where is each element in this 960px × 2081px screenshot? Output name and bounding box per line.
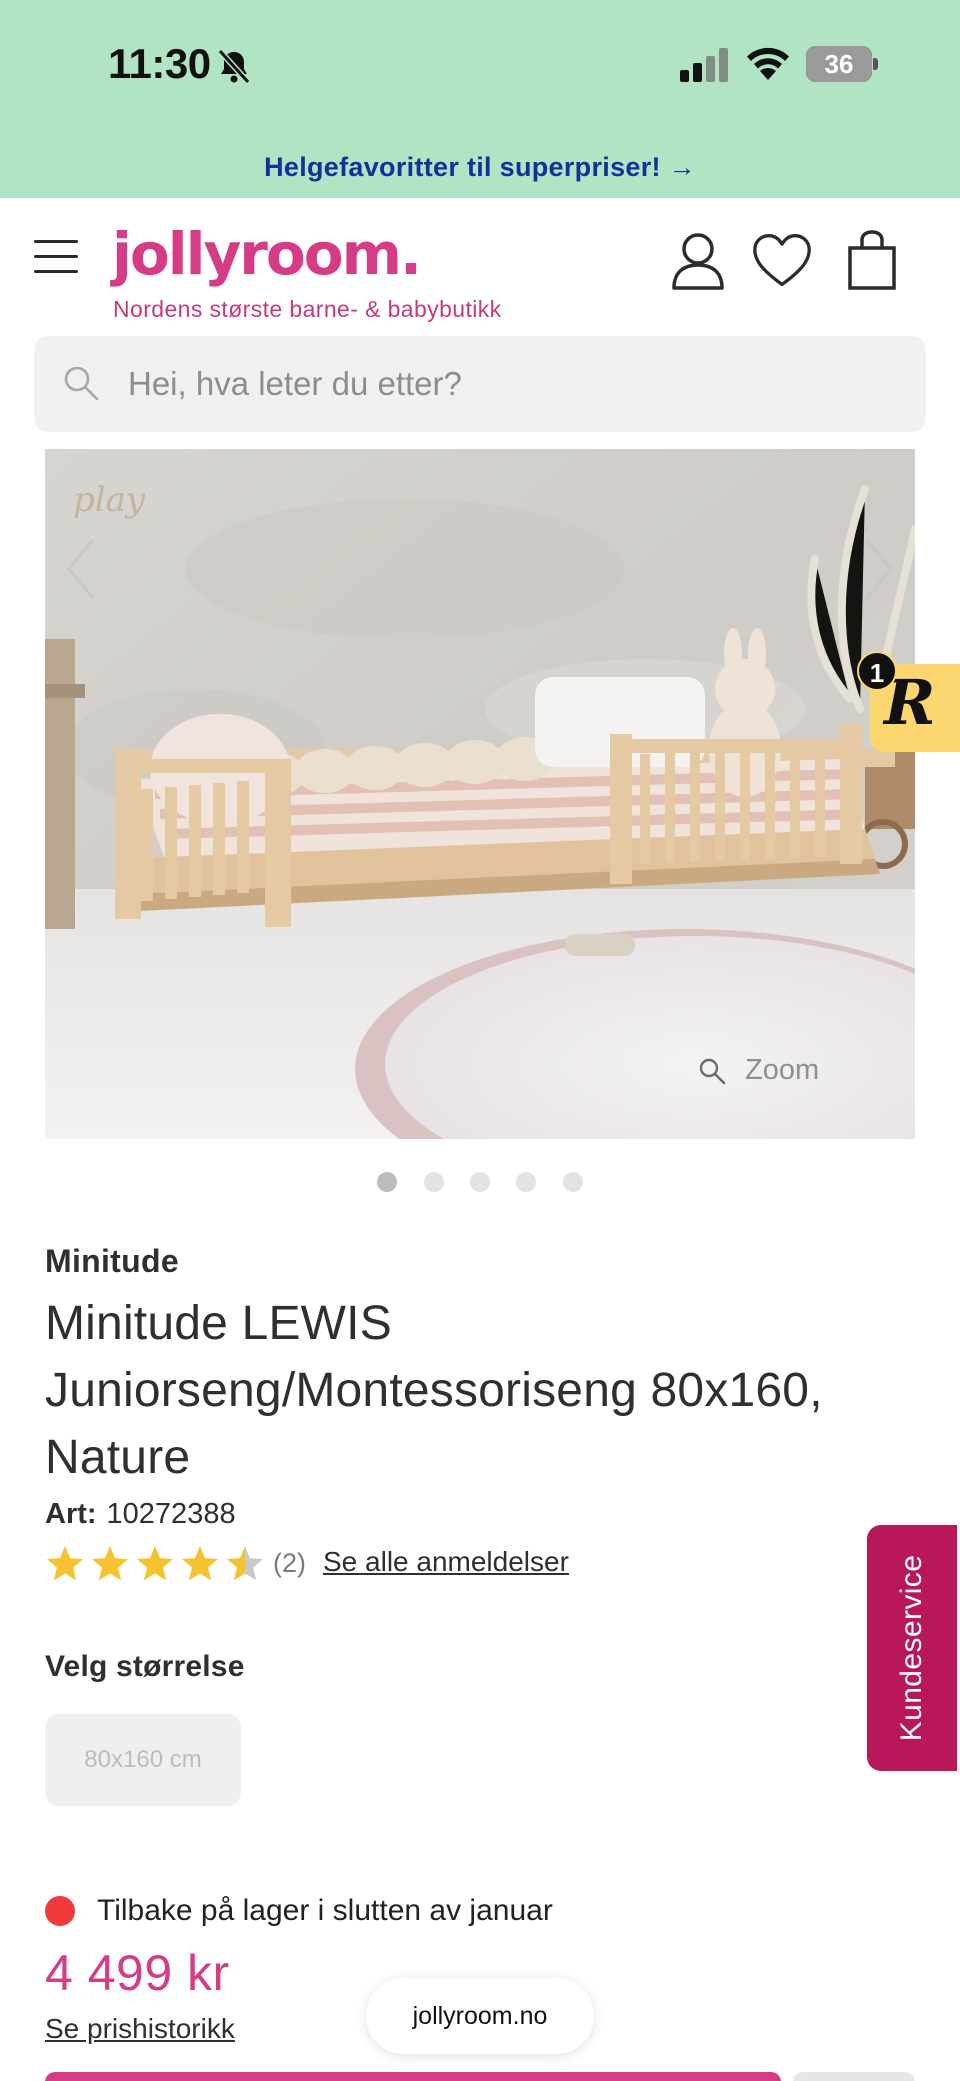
status-bar: 11:30 36 bbox=[0, 0, 960, 130]
article-number: Art: 10272388 bbox=[45, 1498, 236, 1531]
search-input[interactable] bbox=[128, 354, 888, 414]
product-brand[interactable]: Minitude bbox=[45, 1243, 179, 1280]
battery-icon: 36 bbox=[806, 46, 878, 82]
stock-indicator-icon bbox=[45, 1896, 75, 1926]
star-icon bbox=[226, 1546, 264, 1581]
search-icon bbox=[64, 366, 99, 401]
star-icon bbox=[181, 1546, 219, 1581]
size-option-80x160[interactable]: 80x160 cm bbox=[45, 1714, 241, 1806]
gallery-pagination bbox=[0, 1172, 960, 1192]
customer-service-label: Kundeservice bbox=[895, 1554, 928, 1742]
customer-service-tab[interactable]: Kundeservice bbox=[867, 1525, 957, 1771]
gallery-dot-4[interactable] bbox=[516, 1172, 537, 1192]
menu-icon[interactable] bbox=[34, 240, 78, 274]
rating-stars[interactable] bbox=[45, 1544, 267, 1584]
star-icon bbox=[46, 1546, 84, 1581]
review-count: (2) bbox=[273, 1548, 306, 1578]
size-label: Velg størrelse bbox=[45, 1650, 245, 1683]
add-to-cart-button[interactable] bbox=[45, 2072, 781, 2081]
product-title: Minitude LEWIS Juniorseng/Montessoriseng… bbox=[45, 1297, 823, 1484]
wifi-icon bbox=[747, 47, 789, 80]
site-tagline: Nordens største barne- & babybutikk bbox=[113, 296, 502, 322]
shopping-bag-icon[interactable] bbox=[842, 230, 902, 292]
zoom-label: Zoom bbox=[745, 1054, 820, 1086]
wall-sign-text: play bbox=[73, 480, 146, 520]
gallery-dot-5[interactable] bbox=[562, 1172, 583, 1192]
all-reviews-link[interactable]: Se alle anmeldelser bbox=[323, 1546, 569, 1578]
star-icon bbox=[136, 1546, 174, 1581]
signal-icon bbox=[680, 48, 728, 82]
article-label: Art: bbox=[45, 1498, 97, 1530]
site-logo[interactable]: jollyroom. bbox=[112, 220, 422, 288]
favorite-button[interactable] bbox=[793, 2072, 915, 2081]
price-history-link[interactable]: Se prishistorikk bbox=[45, 2013, 235, 2045]
bell-slash-icon bbox=[217, 48, 251, 85]
product-gallery[interactable]: play Zoom bbox=[45, 449, 915, 1139]
product-price: 4 499 kr bbox=[45, 1945, 230, 2001]
promo-banner: Helgefavoritter til superpriser! → bbox=[0, 130, 960, 198]
magnifier-icon bbox=[699, 1058, 726, 1085]
search-bar[interactable] bbox=[34, 336, 926, 432]
account-icon[interactable] bbox=[668, 230, 728, 292]
heart-icon[interactable] bbox=[752, 230, 812, 292]
browser-url-pill[interactable]: jollyroom.no bbox=[366, 1978, 594, 2054]
zoom-button[interactable]: Zoom bbox=[699, 1054, 820, 1087]
gallery-dot-1[interactable] bbox=[377, 1172, 398, 1192]
status-time: 11:30 bbox=[108, 40, 211, 87]
gallery-next-icon[interactable] bbox=[859, 534, 899, 604]
site-header: jollyroom. Nordens største barne- & baby… bbox=[0, 198, 960, 328]
gallery-prev-icon[interactable] bbox=[61, 534, 101, 604]
stock-status-text: Tilbake på lager i slutten av januar bbox=[97, 1894, 553, 1927]
star-icon bbox=[91, 1546, 129, 1581]
product-image[interactable]: play bbox=[45, 449, 915, 1139]
gallery-dot-2[interactable] bbox=[423, 1172, 444, 1192]
rewards-count-badge: 1 bbox=[857, 651, 897, 691]
battery-percent: 36 bbox=[824, 49, 854, 79]
promo-link[interactable]: Helgefavoritter til superpriser! → bbox=[264, 152, 696, 183]
gallery-dot-3[interactable] bbox=[470, 1172, 490, 1192]
article-value: 10272388 bbox=[106, 1498, 236, 1530]
